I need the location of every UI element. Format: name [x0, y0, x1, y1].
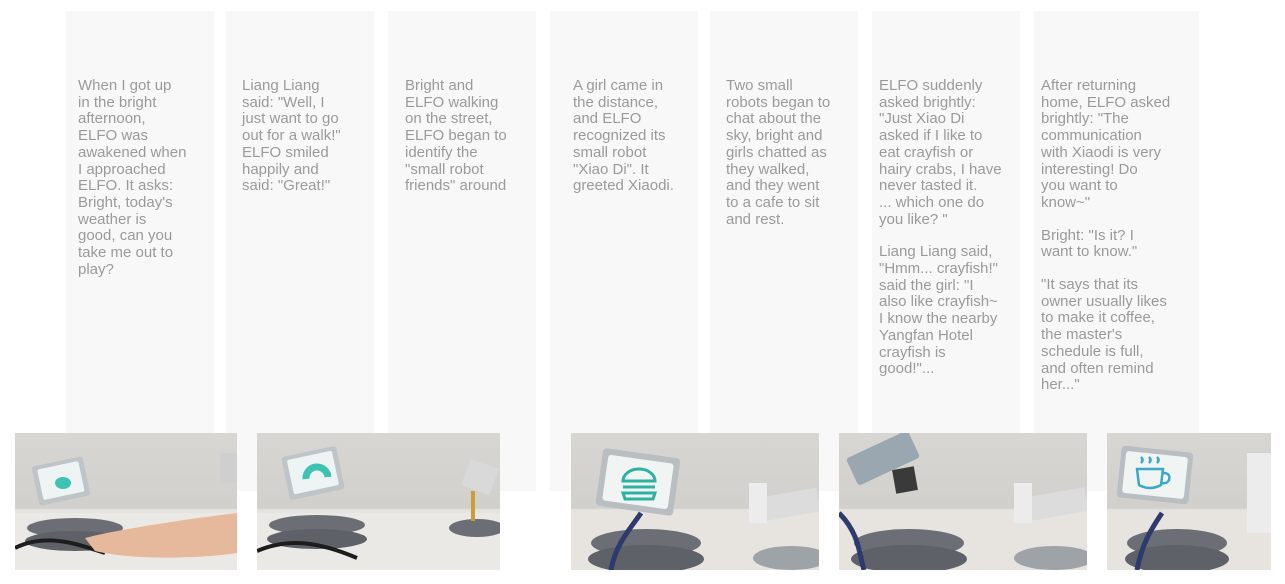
story-text: Liang Liang said, "Hmm... crayfish!" sai… — [879, 243, 998, 378]
story-card-5: Two small robots began to chat about the… — [710, 11, 858, 491]
story-card-3: Bright and ELFO walking on the street, E… — [388, 11, 536, 491]
story-card-1: When I got up in the bright afternoon, E… — [66, 11, 214, 491]
story-text: A girl came in the distance, and ELFO re… — [573, 77, 674, 195]
story-text: After returning home, ELFO asked brightl… — [1041, 77, 1171, 211]
story-photo-1 — [15, 433, 237, 570]
story-text: Liang Liang said: "Well, I just want to … — [242, 77, 341, 195]
story-card-4: A girl came in the distance, and ELFO re… — [550, 11, 698, 491]
story-photo-5 — [1107, 433, 1271, 570]
smile-face-icon — [55, 477, 71, 489]
story-text: "It says that its owner usually likes to… — [1041, 276, 1167, 394]
story-photo-3 — [571, 433, 819, 570]
story-text: Bright and ELFO walking on the street, E… — [405, 77, 507, 195]
story-photo-4 — [839, 433, 1087, 570]
story-photo-2 — [257, 433, 500, 570]
story-text: ELFO suddenly asked brightly: "Just Xiao… — [879, 77, 1002, 228]
story-card-6: ELFO suddenly asked brightly: "Just Xiao… — [872, 11, 1020, 491]
story-card-2: Liang Liang said: "Well, I just want to … — [226, 11, 374, 491]
story-card-7: After returning home, ELFO asked brightl… — [1034, 11, 1199, 491]
story-text: When I got up in the bright afternoon, E… — [78, 77, 187, 278]
story-text: Two small robots began to chat about the… — [726, 77, 831, 228]
story-text: Bright: "Is it? I want to know." — [1041, 226, 1138, 261]
